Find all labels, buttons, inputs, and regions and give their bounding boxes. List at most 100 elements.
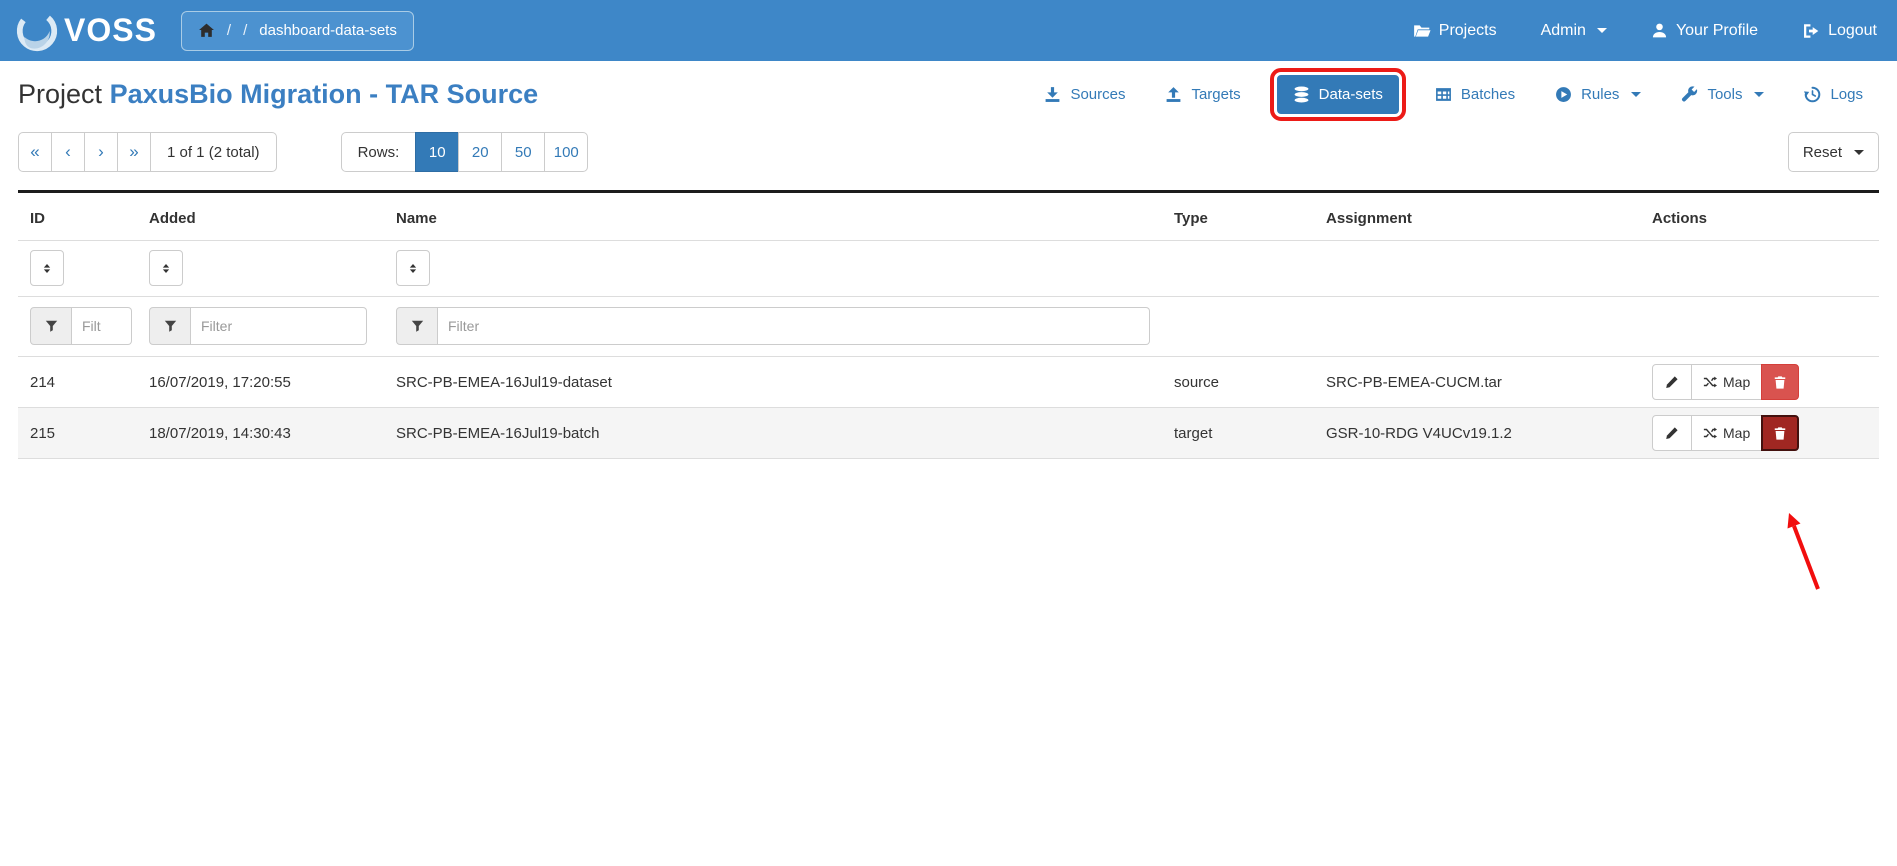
edit-button[interactable]: [1652, 364, 1692, 400]
tab-sources[interactable]: Sources: [1032, 76, 1137, 113]
table-toolbar: « ‹ › » 1 of 1 (2 total) Rows: 10 20 50 …: [0, 124, 1897, 188]
nav-projects[interactable]: Projects: [1413, 22, 1497, 40]
project-tabs: Sources Targets Data-sets Batches Rules: [1032, 75, 1879, 114]
tab-data-sets[interactable]: Data-sets: [1277, 75, 1399, 114]
trash-icon: [1773, 375, 1787, 390]
tab-targets[interactable]: Targets: [1153, 76, 1252, 113]
breadcrumb-separator: /: [227, 22, 231, 39]
cell-added: 18/07/2019, 14:30:43: [137, 425, 384, 442]
tab-label: Targets: [1191, 86, 1240, 103]
edit-button[interactable]: [1652, 415, 1692, 451]
chevron-down-icon: [1631, 92, 1641, 97]
rows-label: Rows:: [341, 132, 417, 172]
tab-label: Tools: [1707, 86, 1742, 103]
pencil-icon: [1665, 375, 1679, 389]
reset-button[interactable]: Reset: [1788, 132, 1879, 172]
trash-icon: [1773, 426, 1787, 441]
filter-funnel-icon: [149, 307, 191, 345]
brand-name: VOSS: [64, 12, 157, 49]
sort-icon: [41, 262, 53, 275]
map-button[interactable]: Map: [1691, 364, 1762, 400]
rows-option-10[interactable]: 10: [415, 132, 459, 172]
voss-brand[interactable]: VOSS: [14, 8, 157, 54]
user-icon: [1651, 22, 1668, 39]
cell-assignment: SRC-PB-EMEA-CUCM.tar: [1314, 374, 1640, 391]
chevron-down-icon: [1854, 150, 1864, 155]
id-filter-input[interactable]: [72, 307, 132, 345]
nav-admin-label: Admin: [1541, 22, 1586, 40]
tab-label: Batches: [1461, 86, 1515, 103]
prev-page-button[interactable]: ‹: [51, 132, 85, 172]
cell-id: 215: [18, 425, 137, 442]
shuffle-icon: [1703, 426, 1717, 440]
column-header-assignment: Assignment: [1314, 193, 1640, 240]
map-button[interactable]: Map: [1691, 415, 1762, 451]
nav-projects-label: Projects: [1439, 22, 1497, 40]
cell-actions: Map: [1640, 357, 1879, 407]
added-filter-group: [149, 307, 384, 345]
tab-logs[interactable]: Logs: [1792, 76, 1875, 113]
project-name: PaxusBio Migration - TAR Source: [110, 79, 539, 109]
filter-funnel-icon: [396, 307, 438, 345]
navbar-links: Projects Admin Your Profile Logout: [1413, 22, 1877, 40]
sort-icon: [160, 262, 172, 275]
column-header-type: Type: [1162, 193, 1314, 240]
nav-logout[interactable]: Logout: [1802, 22, 1877, 40]
shuffle-icon: [1703, 375, 1717, 389]
play-circle-icon: [1555, 86, 1572, 103]
page-title: Project PaxusBio Migration - TAR Source: [18, 79, 538, 110]
logout-icon: [1802, 22, 1820, 40]
page-header: Project PaxusBio Migration - TAR Source …: [0, 61, 1897, 124]
cell-added: 16/07/2019, 17:20:55: [137, 374, 384, 391]
next-page-button[interactable]: ›: [84, 132, 118, 172]
nav-logout-label: Logout: [1828, 22, 1877, 40]
database-icon: [1293, 86, 1310, 103]
name-filter-input[interactable]: [438, 307, 1150, 345]
table-header-row: ID Added Name Type Assignment Actions: [18, 193, 1879, 241]
title-prefix: Project: [18, 79, 102, 109]
filter-row: [18, 297, 1879, 357]
added-filter-input[interactable]: [191, 307, 367, 345]
cell-actions: Map: [1640, 408, 1879, 458]
delete-button[interactable]: [1761, 364, 1799, 400]
sort-id-button[interactable]: [30, 250, 64, 286]
download-icon: [1044, 86, 1061, 103]
last-page-button[interactable]: »: [117, 132, 151, 172]
nav-admin[interactable]: Admin: [1541, 22, 1607, 40]
top-navbar: VOSS / / dashboard-data-sets Projects Ad…: [0, 0, 1897, 61]
sort-controls-row: [18, 241, 1879, 297]
upload-icon: [1165, 86, 1182, 103]
sort-added-button[interactable]: [149, 250, 183, 286]
tab-batches[interactable]: Batches: [1423, 76, 1527, 113]
tab-rules[interactable]: Rules: [1543, 76, 1653, 113]
nav-your-profile[interactable]: Your Profile: [1651, 22, 1758, 40]
rows-option-50[interactable]: 50: [501, 132, 545, 172]
table-icon: [1435, 86, 1452, 103]
column-header-name: Name: [384, 193, 1162, 240]
sort-name-button[interactable]: [396, 250, 430, 286]
cell-id: 214: [18, 374, 137, 391]
breadcrumb-separator: /: [243, 22, 247, 39]
delete-button-highlighted[interactable]: [1761, 415, 1799, 451]
breadcrumb-current: dashboard-data-sets: [259, 22, 397, 39]
nav-profile-label: Your Profile: [1676, 22, 1758, 40]
sort-icon: [407, 262, 419, 275]
pencil-icon: [1665, 426, 1679, 440]
column-header-id: ID: [18, 193, 137, 240]
cell-name: SRC-PB-EMEA-16Jul19-dataset: [384, 374, 1162, 391]
table-row: 215 18/07/2019, 14:30:43 SRC-PB-EMEA-16J…: [18, 408, 1879, 459]
tab-tools[interactable]: Tools: [1669, 76, 1776, 113]
rows-option-100[interactable]: 100: [544, 132, 588, 172]
tab-label: Logs: [1830, 86, 1863, 103]
pagination-group: « ‹ › » 1 of 1 (2 total): [18, 132, 277, 172]
breadcrumb[interactable]: / / dashboard-data-sets: [181, 11, 414, 51]
cell-type: target: [1162, 425, 1314, 442]
first-page-button[interactable]: «: [18, 132, 52, 172]
cell-name: SRC-PB-EMEA-16Jul19-batch: [384, 425, 1162, 442]
voss-logo-icon: [14, 8, 60, 54]
reset-label: Reset: [1803, 144, 1842, 161]
tab-label: Data-sets: [1319, 86, 1383, 103]
rows-option-20[interactable]: 20: [458, 132, 502, 172]
map-button-label: Map: [1723, 425, 1750, 441]
home-icon[interactable]: [198, 22, 215, 39]
